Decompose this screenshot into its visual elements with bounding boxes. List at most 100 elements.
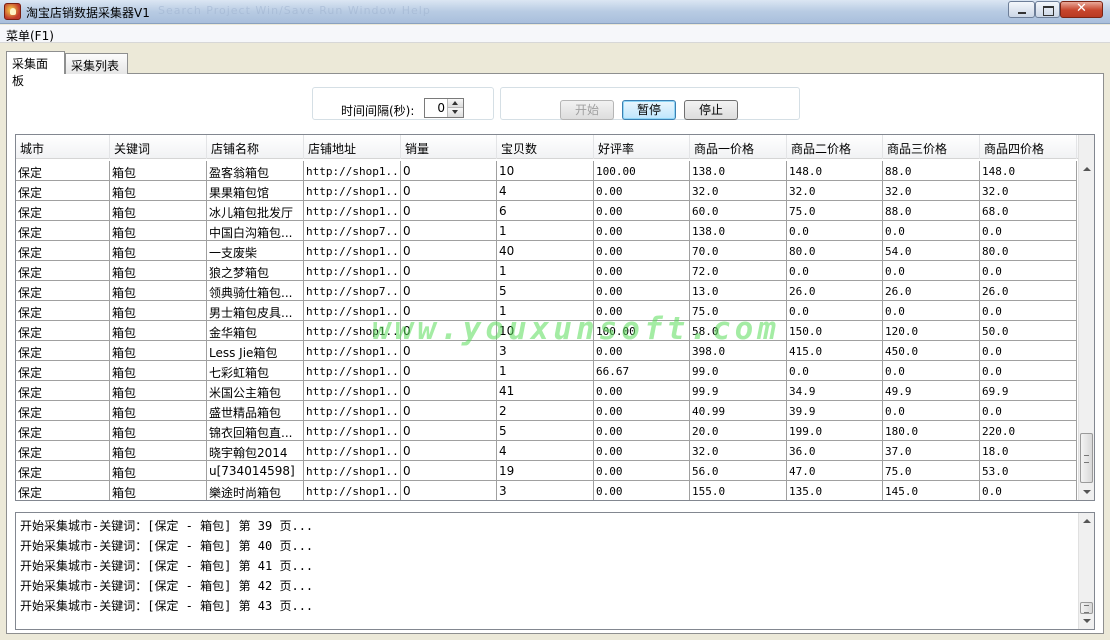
column-header[interactable]: 店铺名称 — [207, 135, 304, 159]
table-cell: 0.0 — [883, 261, 980, 281]
column-header[interactable]: 商品三价格 — [883, 135, 980, 159]
table-row[interactable]: 保定 箱包 米国公主箱包 http://shop1... 0 41 0.00 99.9 34.9… — [16, 381, 1077, 401]
table-cell: 1 — [497, 361, 594, 381]
bag-app-icon — [4, 3, 21, 20]
stop-button[interactable]: 停止 — [684, 100, 738, 120]
table-cell: 0.0 — [980, 481, 1077, 500]
table-cell: 晓宇翰包2014 — [207, 441, 304, 461]
close-button[interactable]: ✕ — [1060, 1, 1103, 18]
table-row[interactable]: 保定 箱包 果果箱包馆 http://shop1... 0 4 0.00 32.0 32.0 32… — [16, 181, 1077, 201]
table-cell: 0.0 — [883, 361, 980, 381]
table-row[interactable]: 保定 箱包 一支废柴 http://shop1... 0 40 0.00 70.0 80.0 54… — [16, 241, 1077, 261]
table-row[interactable]: 保定 箱包 狼之梦箱包 http://shop1... 0 1 0.00 72.0 0.0 0.0… — [16, 261, 1077, 281]
table-cell: 5 — [497, 281, 594, 301]
table-cell: 0 — [401, 461, 497, 481]
table-cell: 50.0 — [980, 321, 1077, 341]
table-cell: 41 — [497, 381, 594, 401]
stepper-up-icon[interactable] — [448, 99, 463, 108]
table-cell: 32.0 — [787, 181, 883, 201]
table-cell: 箱包 — [110, 301, 207, 321]
column-header[interactable]: 店铺地址 — [304, 135, 401, 159]
table-cell: 0.00 — [594, 381, 690, 401]
table-cell: 180.0 — [883, 421, 980, 441]
tab-collect-panel[interactable]: 采集面板 — [6, 51, 65, 88]
table-cell: 6 — [497, 201, 594, 221]
table-cell: 保定 — [16, 421, 110, 441]
column-header[interactable]: 商品一价格 — [690, 135, 787, 159]
watermark: www.youxunsoft.com — [372, 311, 780, 347]
table-cell: 1 — [497, 261, 594, 281]
grid-scrollbar[interactable] — [1078, 135, 1094, 500]
interval-stepper[interactable]: 0 — [424, 98, 464, 118]
table-cell: http://shop1... — [304, 161, 401, 181]
table-cell: http://shop1... — [304, 441, 401, 461]
log-line: 开始采集城市-关键词：[保定 - 箱包] 第 41 页... — [20, 559, 314, 573]
column-header[interactable]: 关键词 — [110, 135, 207, 159]
log-line: 开始采集城市-关键词：[保定 - 箱包] 第 39 页... — [20, 519, 314, 533]
table-row[interactable]: 保定 箱包 盛世精品箱包 http://shop1... 0 2 0.00 40.99 39.9… — [16, 401, 1077, 421]
table-cell: 32.0 — [883, 181, 980, 201]
table-cell: 100.00 — [594, 161, 690, 181]
table-cell: http://shop1... — [304, 181, 401, 201]
table-cell: 男士箱包皮具... — [207, 301, 304, 321]
table-cell: 箱包 — [110, 281, 207, 301]
table-cell: 70.0 — [690, 241, 787, 261]
table-row[interactable]: 保定 箱包 领典骑仕箱包... http://shop7... 0 5 0.00 13.0 26… — [16, 281, 1077, 301]
menu-item-main[interactable]: 菜单(F1) — [6, 27, 54, 44]
table-cell: 盈客翁箱包 — [207, 161, 304, 181]
table-cell: 0.00 — [594, 181, 690, 201]
table-row[interactable]: 保定 箱包 冰儿箱包批发厅 http://shop1... 0 6 0.00 60.0 75.0… — [16, 201, 1077, 221]
log-lines: 开始采集城市-关键词：[保定 - 箱包] 第 39 页... 开始采集城市-关键词… — [20, 515, 313, 615]
table-cell: 箱包 — [110, 381, 207, 401]
column-header[interactable]: 宝贝数 — [497, 135, 594, 159]
table-row[interactable]: 保定 箱包 樂途时尚箱包 http://shop1... 0 3 0.00 155.0 135.… — [16, 481, 1077, 500]
pause-button[interactable]: 暂停 — [622, 100, 676, 120]
table-cell: 0 — [401, 421, 497, 441]
scroll-down-icon[interactable] — [1079, 484, 1094, 500]
table-cell: 0.0 — [787, 261, 883, 281]
table-cell: http://shop1... — [304, 461, 401, 481]
table-cell: 80.0 — [787, 241, 883, 261]
minimize-button[interactable] — [1008, 1, 1035, 18]
scroll-up-icon[interactable] — [1079, 513, 1094, 529]
column-header[interactable]: 商品二价格 — [787, 135, 883, 159]
table-cell: 箱包 — [110, 221, 207, 241]
table-row[interactable]: 保定 箱包 七彩虹箱包 http://shop1... 0 1 66.67 99.0 0.0 0.… — [16, 361, 1077, 381]
table-cell: 10 — [497, 161, 594, 181]
interval-value[interactable]: 0 — [437, 101, 445, 115]
table-row[interactable]: 保定 箱包 盈客翁箱包 http://shop1... 0 10 100.00 138.0 14… — [16, 161, 1077, 181]
table-cell: 66.67 — [594, 361, 690, 381]
table-row[interactable]: 保定 箱包 晓宇翰包2014 http://shop1... 0 4 0.00 32.0 36.… — [16, 441, 1077, 461]
column-header[interactable]: 商品四价格 — [980, 135, 1077, 159]
table-cell: http://shop7... — [304, 221, 401, 241]
stepper-down-icon[interactable] — [448, 108, 463, 117]
grid-header: 城市 关键词 店铺名称 店铺地址 销量 宝贝数 好评率 商品一价格 商品二价格 商品三价格 商品四价… — [16, 135, 1080, 159]
table-cell: 0 — [401, 401, 497, 421]
table-cell: 锦衣回箱包直... — [207, 421, 304, 441]
table-row[interactable]: 保定 箱包 u[734014598] http://shop1... 0 19 0.00 56… — [16, 461, 1077, 481]
column-header[interactable]: 好评率 — [594, 135, 690, 159]
scroll-thumb[interactable] — [1080, 433, 1093, 483]
scroll-down-icon[interactable] — [1079, 613, 1094, 629]
log-line: 开始采集城市-关键词：[保定 - 箱包] 第 43 页... — [20, 599, 314, 613]
table-cell: 箱包 — [110, 481, 207, 500]
table-cell: 箱包 — [110, 321, 207, 341]
table-row[interactable]: 保定 箱包 锦衣回箱包直... http://shop1... 0 5 0.00 20.0 19… — [16, 421, 1077, 441]
tab-collect-list[interactable]: 采集列表 — [65, 53, 128, 74]
column-header[interactable]: 城市 — [16, 135, 110, 159]
log-scrollbar[interactable] — [1078, 513, 1094, 629]
table-cell: 13.0 — [690, 281, 787, 301]
table-cell: 0 — [401, 161, 497, 181]
column-header[interactable]: 销量 — [401, 135, 497, 159]
scroll-up-icon[interactable] — [1079, 161, 1094, 177]
start-button[interactable]: 开始 — [560, 100, 614, 120]
table-cell: 26.0 — [883, 281, 980, 301]
table-cell: 450.0 — [883, 341, 980, 361]
table-cell: 樂途时尚箱包 — [207, 481, 304, 500]
table-row[interactable]: 保定 箱包 中国白沟箱包... http://shop7... 0 1 0.00 138.0 0… — [16, 221, 1077, 241]
table-cell: 箱包 — [110, 161, 207, 181]
maximize-button[interactable] — [1035, 1, 1060, 18]
table-cell: http://shop1... — [304, 381, 401, 401]
stepper-buttons — [447, 99, 463, 117]
table-cell: 0.00 — [594, 441, 690, 461]
